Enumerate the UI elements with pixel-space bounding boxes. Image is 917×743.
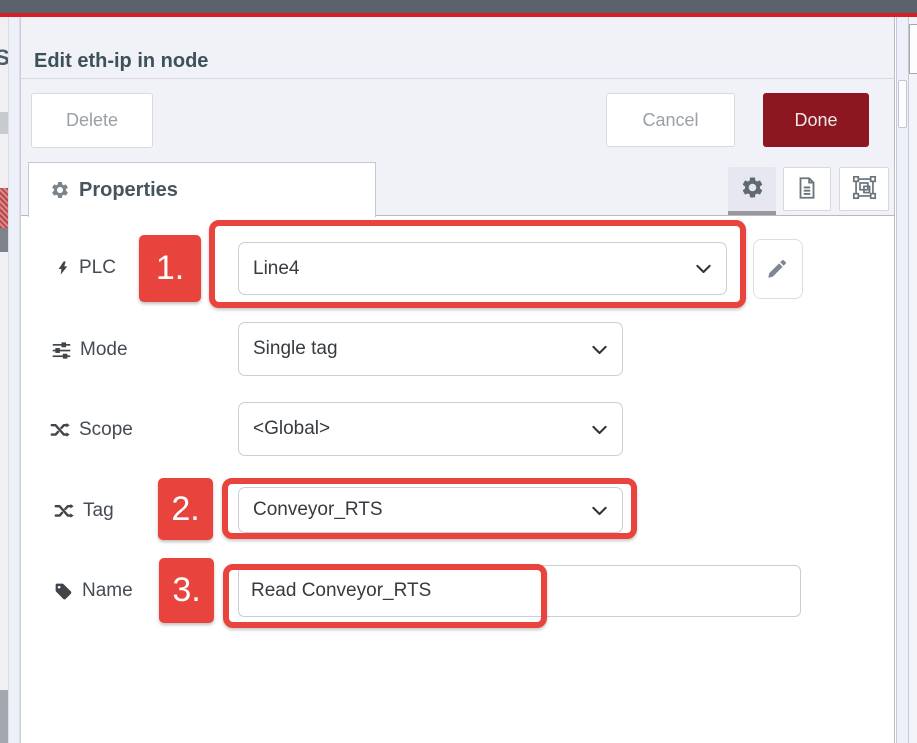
scope-label-text: Scope	[79, 419, 133, 441]
top-gray-bar	[0, 0, 917, 13]
background-page-left-edge: S	[0, 17, 8, 743]
gear-icon	[740, 175, 765, 203]
tab-properties-label: Properties	[79, 179, 178, 202]
background-fragment	[0, 690, 8, 743]
background-node-fragment	[0, 188, 8, 228]
sliders-icon	[51, 340, 72, 361]
mode-select[interactable]: Single tag	[238, 322, 623, 376]
annotation-step-2: 2.	[158, 478, 213, 540]
background-fragment	[0, 228, 8, 252]
gear-icon	[50, 180, 70, 200]
name-input[interactable]	[238, 565, 801, 617]
plc-select[interactable]: Line4	[238, 242, 727, 295]
background-fragment	[909, 24, 917, 74]
background-page-right-edge	[909, 17, 917, 743]
mode-select-value: Single tag	[253, 338, 338, 360]
tag-label-text: Tag	[83, 500, 114, 522]
done-button[interactable]: Done	[763, 93, 869, 147]
annotation-step-1: 1.	[139, 235, 201, 302]
pencil-icon	[766, 256, 790, 283]
chevron-down-icon	[589, 419, 610, 440]
mode-label: Mode	[51, 335, 128, 365]
name-label-text: Name	[82, 580, 133, 602]
edit-plc-config-button[interactable]	[753, 239, 803, 299]
shuffle-icon	[49, 419, 71, 441]
right-scrollbar-thumb[interactable]	[898, 80, 907, 128]
dialog-title: Edit eth-ip in node	[34, 50, 208, 73]
document-icon	[794, 175, 820, 204]
tag-select[interactable]: Conveyor_RTS	[238, 487, 623, 533]
plc-select-value: Line4	[253, 258, 300, 280]
delete-button[interactable]: Delete	[31, 93, 153, 148]
tag-icon	[53, 581, 74, 602]
scope-label: Scope	[49, 415, 133, 445]
shuffle-icon	[53, 500, 75, 522]
bolt-icon	[55, 257, 71, 279]
annotation-step-3: 3.	[159, 558, 214, 623]
left-scrollbar-track[interactable]	[8, 17, 20, 743]
name-label: Name	[53, 576, 133, 606]
scope-select[interactable]: <Global>	[238, 402, 623, 456]
plc-label-text: PLC	[79, 257, 116, 279]
object-group-icon	[851, 174, 878, 204]
plc-label: PLC	[55, 253, 116, 283]
tag-field-label: Tag	[53, 496, 114, 526]
cancel-button[interactable]: Cancel	[606, 93, 735, 147]
background-partial-text: S	[0, 45, 8, 71]
mode-label-text: Mode	[80, 339, 128, 361]
chevron-down-icon	[589, 500, 610, 521]
header-divider	[21, 78, 894, 79]
description-icon-button[interactable]	[783, 167, 831, 211]
properties-icon-button[interactable]	[728, 167, 776, 211]
appearance-icon-button[interactable]	[839, 167, 889, 211]
edit-node-dialog: Edit eth-ip in node Delete Cancel Done P…	[20, 17, 895, 743]
scope-select-value: <Global>	[253, 418, 330, 440]
active-tab-underline	[728, 211, 776, 215]
background-fragment	[0, 112, 8, 134]
chevron-down-icon	[693, 258, 714, 279]
chevron-down-icon	[589, 339, 610, 360]
tag-select-value: Conveyor_RTS	[253, 499, 383, 521]
tab-properties[interactable]: Properties	[28, 162, 376, 217]
